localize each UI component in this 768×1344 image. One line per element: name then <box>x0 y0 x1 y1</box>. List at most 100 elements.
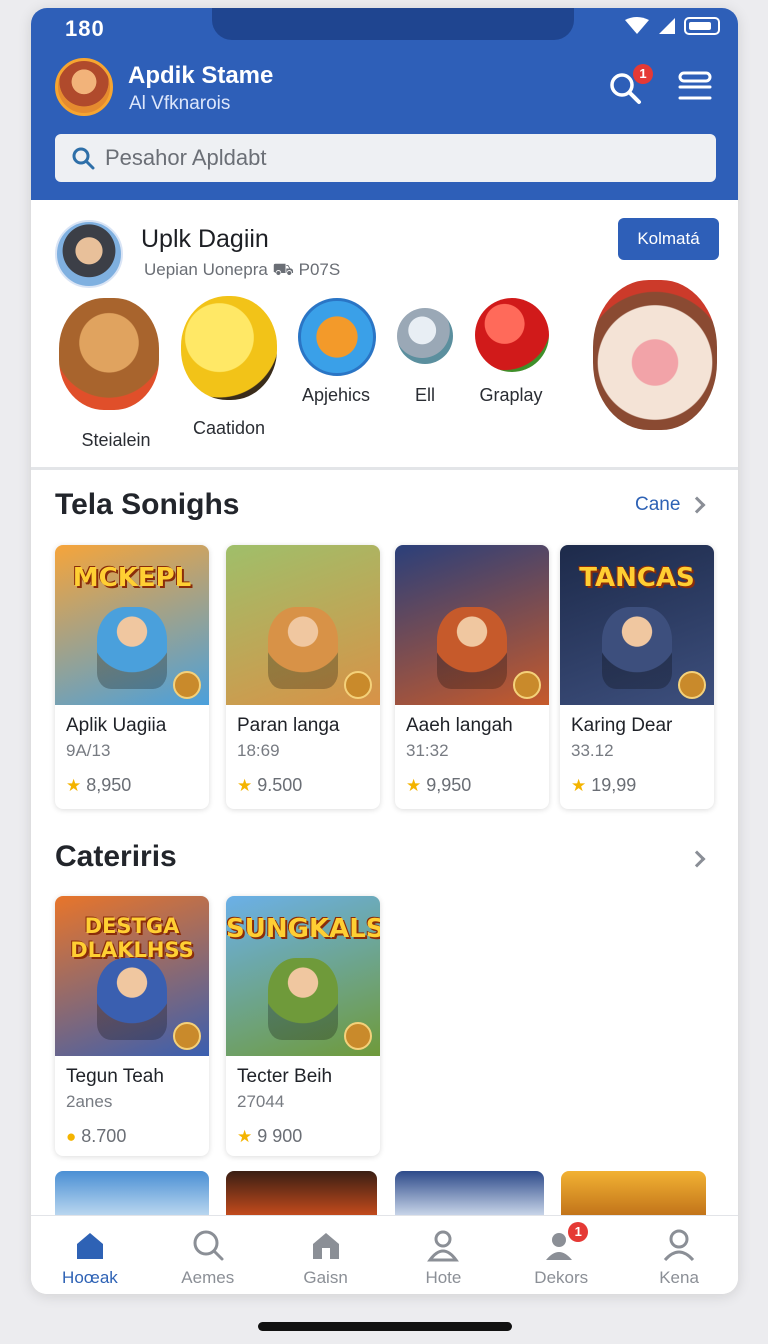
game-card-partial[interactable] <box>561 1171 706 1215</box>
rating-value: 8,950 <box>86 775 132 795</box>
game-badge-icon <box>344 671 372 699</box>
game-card-partial[interactable] <box>226 1171 377 1215</box>
menu-icon <box>678 71 712 100</box>
notification-badge: 1 <box>633 64 653 84</box>
menu-button[interactable] <box>677 68 713 104</box>
nav-label: Hoœak <box>62 1268 118 1287</box>
red-ball-icon <box>475 298 549 372</box>
game-thumbnail: SUNGKALS <box>226 896 380 1056</box>
game-card[interactable]: DESTGA DLAKLHSS Tegun Teah 2anes ● 8.700 <box>55 896 209 1156</box>
game-badge-icon <box>513 671 541 699</box>
game-title: Karing Dear <box>571 715 673 736</box>
star-icon: ★ <box>237 1126 253 1146</box>
game-rating: ★ 8,950 <box>66 775 209 796</box>
game-card-partial[interactable] <box>55 1171 209 1215</box>
profile-meta: Uepian Uonepra ⛟ P07S <box>144 260 341 279</box>
battery-icon <box>684 17 720 35</box>
game-subtitle: 27044 <box>237 1092 285 1111</box>
game-rating: ★ 9.500 <box>237 775 380 796</box>
search-icon <box>191 1228 225 1262</box>
bottom-nav: Hoœak Aemes Gaisn Hote 1 Dekors Kena <box>31 1215 738 1294</box>
device-notch <box>212 8 574 40</box>
game-character-icon <box>437 607 507 689</box>
game-logo-text: SUNGKALS <box>226 914 380 944</box>
search-icon <box>72 147 95 170</box>
header-search-button[interactable]: 1 <box>609 64 653 106</box>
nav-label: Hote <box>425 1268 462 1287</box>
game-subtitle: 18:69 <box>237 741 280 760</box>
game-character-icon <box>602 607 672 689</box>
rating-value: 19,99 <box>591 775 637 795</box>
character-label: Graplay <box>479 385 543 405</box>
game-card[interactable]: SUNGKALS Tecter Beih 27044 ★ 9 900 <box>226 896 380 1156</box>
wifi-icon <box>625 17 649 34</box>
game-card[interactable]: TANCAS Karing Dear 33.12 ★ 19,99 <box>560 545 714 809</box>
nav-label: Dekors <box>534 1268 589 1287</box>
nav-item-2[interactable]: Gaisn <box>267 1216 385 1294</box>
game-character-icon <box>97 958 167 1040</box>
game-logo-text: MCKEPL <box>72 563 192 593</box>
see-all-link[interactable]: Cane <box>635 494 680 516</box>
game-title: Tegun Teah <box>66 1066 164 1087</box>
game-card[interactable]: Paran langa 18:69 ★ 9.500 <box>226 545 380 809</box>
game-thumbnail <box>395 545 549 705</box>
star-icon: ★ <box>406 775 422 795</box>
follow-button[interactable]: Kolmatá <box>618 218 719 260</box>
friends-icon <box>426 1228 460 1262</box>
nav-item-4[interactable]: 1 Dekors <box>502 1216 620 1294</box>
game-badge-icon <box>173 671 201 699</box>
star-icon: ★ <box>237 775 253 795</box>
nav-label: Kena <box>659 1268 699 1287</box>
search-input[interactable] <box>105 145 685 171</box>
character-label: Apjehics <box>301 385 371 405</box>
game-logo-text: DESTGA DLAKLHSS <box>70 914 194 962</box>
game-character-icon <box>97 607 167 689</box>
game-badge-icon <box>344 1022 372 1050</box>
game-card[interactable]: Aaeh langah 31:32 ★ 9,950 <box>395 545 549 809</box>
character-label: Caatidon <box>192 418 266 438</box>
game-card-partial[interactable] <box>395 1171 544 1215</box>
nav-item-1[interactable]: Aemes <box>149 1216 267 1294</box>
game-character-icon <box>268 958 338 1040</box>
nav-label: Aemes <box>181 1268 235 1287</box>
bear-character-icon <box>59 298 159 410</box>
profile-avatar[interactable] <box>55 220 123 288</box>
game-thumbnail: MCKEPL <box>55 545 209 705</box>
game-title: Aplik Uagiia <box>66 715 167 736</box>
home-icon <box>73 1228 107 1262</box>
game-thumbnail <box>226 545 380 705</box>
game-thumbnail: DESTGA DLAKLHSS <box>55 896 209 1056</box>
home-indicator[interactable] <box>258 1322 512 1331</box>
character-label: Steialein <box>81 430 151 450</box>
game-title: Aaeh langah <box>406 715 513 736</box>
game-badge-icon <box>173 1022 201 1050</box>
app-header: 180 Apdik Stame Al Vfknarois 1 <box>31 8 738 200</box>
user-avatar[interactable] <box>55 58 113 116</box>
game-thumbnail: TANCAS <box>560 545 714 705</box>
section-title-trending: Tela Sonighs <box>55 488 240 521</box>
inbox-icon: 1 <box>544 1222 589 1262</box>
search-bar[interactable] <box>55 134 716 182</box>
profile-card: Uplk Dagiin Uepian Uonepra ⛟ P07S Kolmat… <box>31 200 738 470</box>
character-label: Ell <box>414 385 435 405</box>
chevron-right-icon[interactable] <box>688 496 706 514</box>
nav-item-3[interactable]: Hote <box>384 1216 502 1294</box>
game-character-icon <box>268 607 338 689</box>
vepper-badge-icon <box>298 298 376 376</box>
chevron-right-icon[interactable] <box>688 850 706 868</box>
nav-label: Gaisn <box>303 1268 348 1287</box>
game-subtitle: 31:32 <box>406 741 449 760</box>
game-title: Paran langa <box>237 715 340 736</box>
phone-screen: 180 Apdik Stame Al Vfknarois 1 Pesahor A… <box>31 8 738 1294</box>
profile-name: Uplk Dagiin <box>141 225 269 253</box>
nav-item-0[interactable]: Hoœak <box>31 1216 149 1294</box>
star-icon: ★ <box>66 775 82 795</box>
silver-coin-icon <box>397 308 453 364</box>
app-subtitle: Al Vfknarois <box>129 93 231 114</box>
game-card[interactable]: MCKEPL Aplik Uagiia 9A/13 ★ 8,950 <box>55 545 209 809</box>
rating-value: 8.700 <box>81 1126 127 1146</box>
nav-item-5[interactable]: Kena <box>620 1216 738 1294</box>
status-icons <box>624 17 720 35</box>
game-rating: ★ 9,950 <box>406 775 549 796</box>
game-rating: ★ 19,99 <box>571 775 714 796</box>
